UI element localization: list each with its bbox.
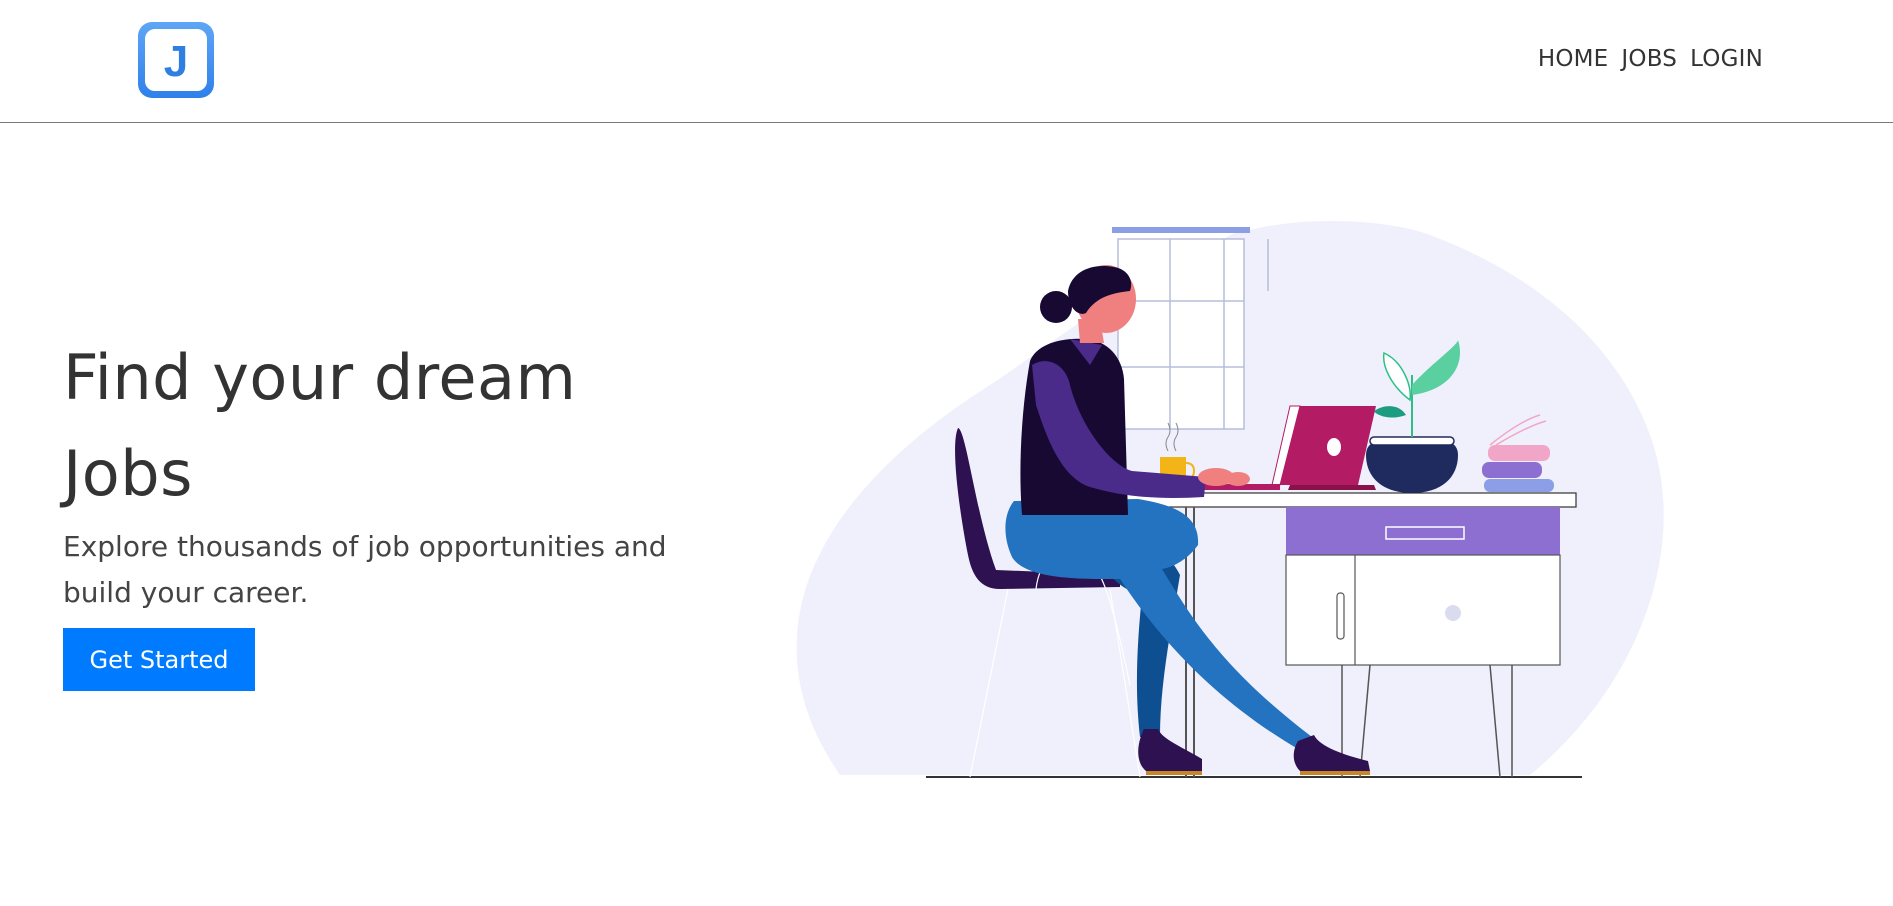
hero-illustration <box>796 220 1664 778</box>
hero-section: Find your dream Jobs Explore thousands o… <box>63 330 763 616</box>
hero-title-line2: Jobs <box>63 437 193 510</box>
j-logo-icon: J <box>163 37 189 86</box>
nav-jobs-link[interactable]: JOBS <box>1621 46 1677 72</box>
hero-title-line1: Find your dream <box>63 341 577 414</box>
navbar: J HOME JOBS LOGIN <box>0 0 1893 123</box>
hero-subtitle: Explore thousands of job opportunities a… <box>63 530 667 609</box>
window-illustration <box>1112 227 1269 430</box>
logo-inner: J <box>145 29 207 91</box>
main-nav: HOME JOBS LOGIN <box>1525 46 1763 72</box>
get-started-button[interactable]: Get Started <box>63 628 255 691</box>
nav-login-link[interactable]: LOGIN <box>1690 46 1763 72</box>
hero-title: Find your dream Jobs <box>63 330 763 522</box>
nav-home-link[interactable]: HOME <box>1538 46 1609 72</box>
brand-logo[interactable]: J <box>138 22 214 98</box>
